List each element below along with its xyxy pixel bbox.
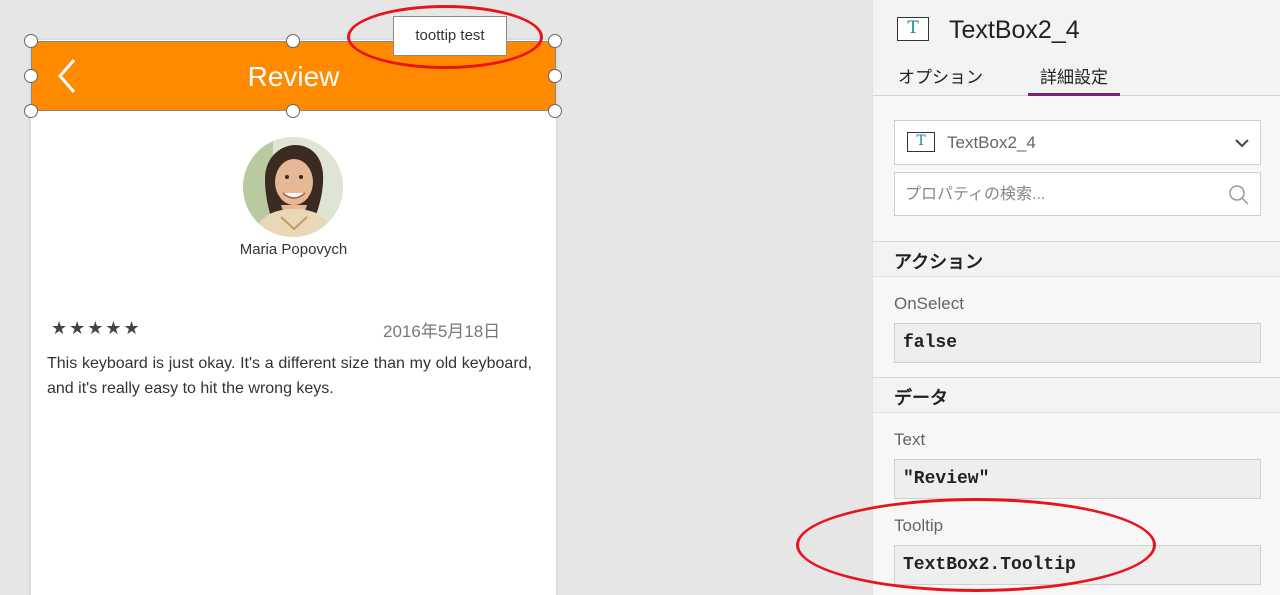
tooltip-label: Tooltip xyxy=(894,516,944,535)
property-search[interactable] xyxy=(894,172,1261,216)
resize-handle-top-left[interactable] xyxy=(24,34,38,48)
resize-handle-bottom-left[interactable] xyxy=(24,104,38,118)
tooltip-popup: toottip test xyxy=(393,16,507,56)
text-formula[interactable]: "Review" xyxy=(894,459,1261,499)
panel-header: T TextBox2_4 オプション 詳細設定 xyxy=(873,0,1280,96)
textbox-control-icon: T xyxy=(897,17,929,41)
control-selector-dropdown[interactable]: T TextBox2_4 xyxy=(894,120,1261,165)
person-photo-icon xyxy=(243,137,343,237)
onselect-label: OnSelect xyxy=(894,294,964,313)
reviewer-name: Maria Popovych xyxy=(239,241,348,258)
control-name: TextBox2_4 xyxy=(949,16,1080,44)
tab-advanced[interactable]: 詳細設定 xyxy=(1028,63,1120,96)
avatar xyxy=(243,137,343,237)
search-icon[interactable] xyxy=(1228,184,1250,206)
properties-panel: T TextBox2_4 オプション 詳細設定 T TextBox2_4 アクシ… xyxy=(872,0,1280,595)
resize-handle-middle-right[interactable] xyxy=(548,69,562,83)
header-title: Review xyxy=(247,61,340,92)
property-search-input[interactable] xyxy=(905,183,1225,207)
control-selector-value: TextBox2_4 xyxy=(947,133,1036,152)
textbox-control-icon: T xyxy=(907,132,935,152)
onselect-formula[interactable]: false xyxy=(894,323,1261,363)
section-data[interactable]: データ xyxy=(873,377,1280,413)
tab-options[interactable]: オプション xyxy=(898,63,983,96)
section-action[interactable]: アクション xyxy=(873,241,1280,277)
resize-handle-top-center[interactable] xyxy=(286,34,300,48)
text-label: Text xyxy=(894,430,926,449)
resize-handle-middle-left[interactable] xyxy=(24,69,38,83)
resize-handle-bottom-right[interactable] xyxy=(548,104,562,118)
section-data-title: データ xyxy=(894,388,948,408)
rating-stars: ★★★★★ xyxy=(51,318,142,338)
chevron-down-icon[interactable] xyxy=(1234,135,1250,151)
review-date: 2016年5月18日 xyxy=(383,322,501,341)
resize-handle-bottom-center[interactable] xyxy=(286,104,300,118)
section-action-title: アクション xyxy=(894,252,984,272)
review-text: This keyboard is just okay. It's a diffe… xyxy=(47,355,532,397)
tooltip-formula[interactable]: TextBox2.Tooltip xyxy=(894,545,1261,585)
resize-handle-top-right[interactable] xyxy=(548,34,562,48)
